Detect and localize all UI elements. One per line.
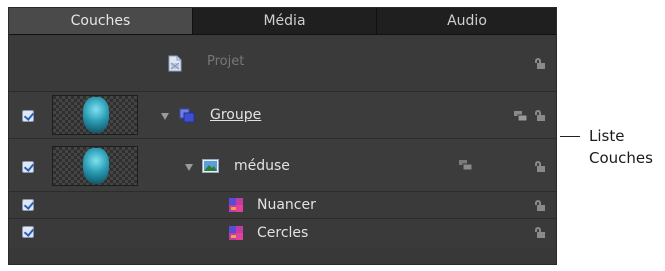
group-toggle-icon[interactable] — [459, 160, 472, 170]
layer-thumbnail — [52, 146, 138, 186]
layer-enable-checkbox[interactable] — [22, 110, 34, 122]
project-document-icon — [168, 55, 182, 72]
image-icon — [202, 159, 219, 173]
layer-name-meduse: méduse — [234, 158, 290, 174]
layer-thumbnail — [52, 95, 138, 135]
layer-row-groupe[interactable]: Groupe — [9, 92, 556, 139]
layer-name-projet: Projet — [207, 54, 245, 69]
lock-icon[interactable] — [535, 200, 545, 212]
lock-icon[interactable] — [535, 110, 545, 122]
disclosure-triangle-icon[interactable] — [161, 113, 169, 120]
callout-label: Liste Couches — [589, 125, 653, 169]
layer-row-projet[interactable]: Projet — [9, 35, 556, 92]
filter-icon — [229, 198, 243, 212]
layer-enable-checkbox[interactable] — [22, 226, 34, 238]
layer-enable-checkbox[interactable] — [22, 161, 34, 173]
layer-name-cercles: Cercles — [257, 225, 309, 241]
callout-leader-line — [560, 136, 580, 137]
filter-icon — [229, 226, 243, 240]
layer-name-groupe[interactable]: Groupe — [210, 107, 261, 123]
lock-icon[interactable] — [535, 161, 545, 173]
tab-couches[interactable]: Couches — [9, 8, 193, 34]
callout-line-2: Couches — [589, 149, 653, 167]
disclosure-triangle-icon[interactable] — [185, 164, 193, 171]
tab-media[interactable]: Média — [193, 8, 377, 34]
layer-row-meduse[interactable]: méduse — [9, 139, 556, 192]
tab-bar: Couches Média Audio — [9, 8, 556, 35]
layer-row-cercles[interactable]: Cercles — [9, 219, 556, 249]
lock-icon[interactable] — [535, 58, 545, 70]
tab-audio[interactable]: Audio — [377, 8, 556, 34]
layer-enable-checkbox[interactable] — [22, 199, 34, 211]
lock-icon[interactable] — [535, 227, 545, 239]
callout-line-1: Liste — [589, 127, 625, 145]
group-icon — [179, 108, 195, 123]
group-toggle-icon[interactable] — [514, 111, 527, 121]
layer-row-nuancer[interactable]: Nuancer — [9, 192, 556, 219]
layers-panel: Couches Média Audio Projet Groupe méduse… — [8, 7, 557, 265]
layer-name-nuancer: Nuancer — [257, 197, 316, 213]
